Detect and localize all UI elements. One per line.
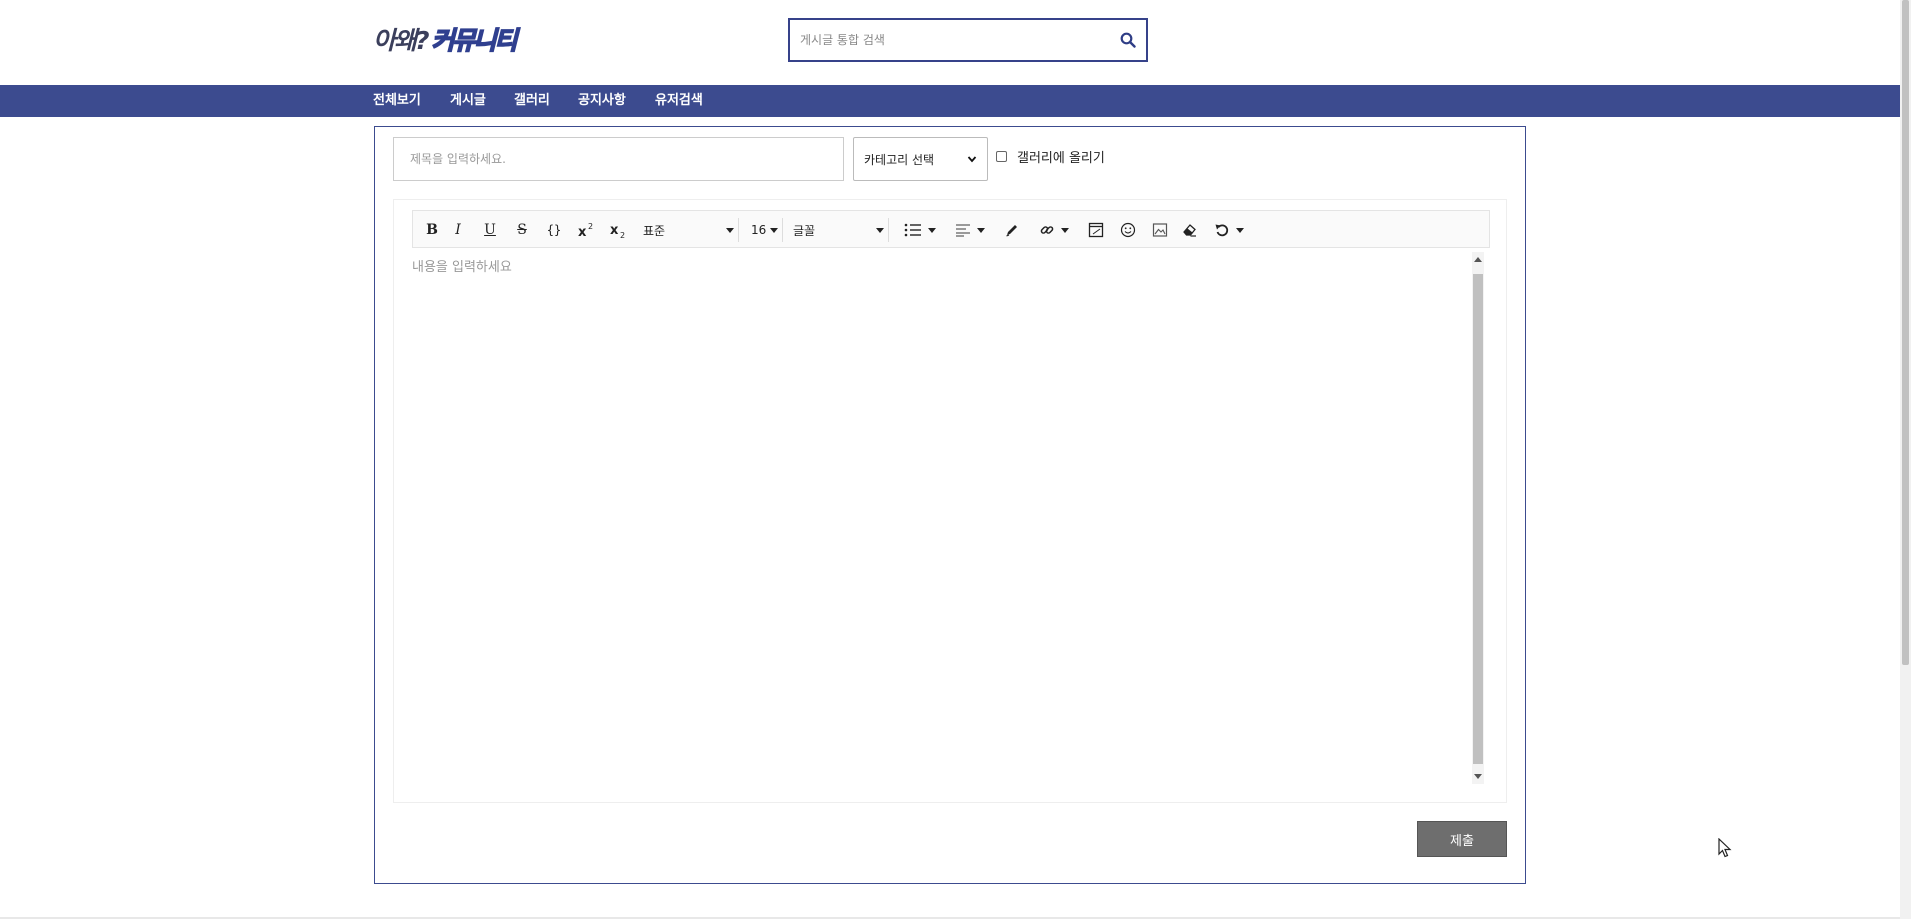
post-form: 카테고리 선택 갤러리에 올리기 B I U S {} x 2 x 2 bbox=[374, 126, 1526, 884]
pencil-icon bbox=[1006, 225, 1017, 237]
bold-button[interactable]: B bbox=[421, 218, 443, 242]
title-input[interactable] bbox=[393, 137, 844, 181]
nav-item-gallery[interactable]: 갤러리 bbox=[514, 85, 550, 117]
underline-button[interactable]: U bbox=[479, 218, 501, 242]
caret-down-icon bbox=[1236, 227, 1244, 233]
align-left-icon bbox=[956, 224, 970, 237]
emoji-button[interactable] bbox=[1117, 218, 1139, 242]
format-select[interactable]: 표준 bbox=[639, 218, 739, 242]
nav-item-posts[interactable]: 게시글 bbox=[450, 85, 486, 117]
superscript-button[interactable]: x 2 bbox=[575, 218, 599, 242]
mouse-cursor-icon bbox=[1718, 838, 1732, 858]
nav-item-notice[interactable]: 공지사항 bbox=[578, 85, 626, 117]
table-icon bbox=[1088, 222, 1104, 238]
editor-content[interactable]: 내용을 입력하세요 bbox=[412, 252, 1472, 784]
format-select-value: 표준 bbox=[643, 223, 666, 238]
align-button[interactable] bbox=[949, 218, 991, 242]
image-icon bbox=[1152, 223, 1168, 237]
svg-text:x: x bbox=[578, 225, 587, 238]
editor-placeholder: 내용을 입력하세요 bbox=[412, 260, 512, 275]
rich-text-editor: B I U S {} x 2 x 2 표준 16 글꼴 내용을 입력하세요 bbox=[393, 199, 1507, 803]
nav-item-all[interactable]: 전체보기 bbox=[373, 85, 421, 117]
site-header: 아왜? 커뮤니티 bbox=[0, 0, 1900, 85]
category-select[interactable]: 카테고리 선택 bbox=[853, 137, 988, 181]
submit-button[interactable]: 제출 bbox=[1417, 821, 1507, 857]
nav-item-user-search[interactable]: 유저검색 bbox=[655, 85, 703, 117]
editor-scrollbar-thumb[interactable] bbox=[1473, 274, 1483, 764]
svg-text:x: x bbox=[610, 223, 619, 238]
list-button[interactable] bbox=[899, 218, 941, 242]
link-icon bbox=[1040, 226, 1054, 234]
image-button[interactable] bbox=[1149, 218, 1171, 242]
undo-icon bbox=[1215, 224, 1229, 237]
subscript-icon: x 2 bbox=[610, 223, 625, 238]
table-button[interactable] bbox=[1085, 218, 1107, 242]
site-logo[interactable]: 아왜? 커뮤니티 bbox=[373, 22, 519, 56]
gallery-checkbox-label: 갤러리에 올리기 bbox=[1017, 151, 1105, 166]
superscript-icon: x 2 bbox=[578, 222, 593, 238]
caret-down-icon bbox=[928, 227, 936, 233]
font-family-select[interactable]: 글꼴 bbox=[789, 218, 889, 242]
scroll-up-arrow-icon[interactable] bbox=[1474, 257, 1482, 262]
smiley-icon bbox=[1120, 222, 1136, 238]
italic-button[interactable]: I bbox=[447, 218, 469, 242]
search-bar bbox=[788, 18, 1148, 62]
editor-scrollbar[interactable] bbox=[1472, 252, 1484, 784]
code-button[interactable]: {} bbox=[543, 218, 565, 242]
link-button[interactable] bbox=[1033, 218, 1075, 242]
editor-toolbar: B I U S {} x 2 x 2 표준 16 글꼴 bbox=[412, 210, 1490, 248]
scroll-down-arrow-icon[interactable] bbox=[1474, 774, 1482, 779]
font-family-value: 글꼴 bbox=[793, 223, 816, 238]
clear-format-button[interactable] bbox=[1179, 218, 1201, 242]
list-icon bbox=[904, 223, 921, 237]
search-icon[interactable] bbox=[1120, 32, 1136, 48]
font-size-select[interactable]: 16 bbox=[747, 218, 783, 242]
caret-down-icon bbox=[977, 227, 985, 233]
text-color-button[interactable] bbox=[1001, 218, 1023, 242]
subscript-button[interactable]: x 2 bbox=[607, 218, 631, 242]
undo-button[interactable] bbox=[1209, 218, 1249, 242]
font-size-value: 16 bbox=[751, 223, 767, 237]
gallery-checkbox[interactable] bbox=[996, 151, 1007, 162]
category-select-value: 카테고리 선택 bbox=[864, 152, 935, 167]
page-scrollbar-thumb[interactable] bbox=[1902, 0, 1909, 665]
main-nav: 전체보기 게시글 갤러리 공지사항 유저검색 bbox=[0, 85, 1900, 117]
caret-down-icon bbox=[1061, 227, 1069, 233]
logo-text-primary: 아왜? bbox=[373, 26, 429, 55]
svg-text:2: 2 bbox=[620, 231, 625, 238]
strikethrough-button[interactable]: S bbox=[511, 218, 533, 242]
caret-down-icon bbox=[770, 227, 778, 233]
logo-text-secondary: 커뮤니티 bbox=[431, 25, 519, 56]
chevron-down-icon bbox=[967, 156, 977, 163]
svg-text:2: 2 bbox=[588, 222, 593, 231]
caret-down-icon bbox=[876, 227, 884, 233]
eraser-icon bbox=[1183, 224, 1196, 237]
page-scrollbar[interactable] bbox=[1900, 0, 1911, 919]
caret-down-icon bbox=[726, 227, 734, 233]
search-input[interactable] bbox=[790, 20, 1110, 60]
